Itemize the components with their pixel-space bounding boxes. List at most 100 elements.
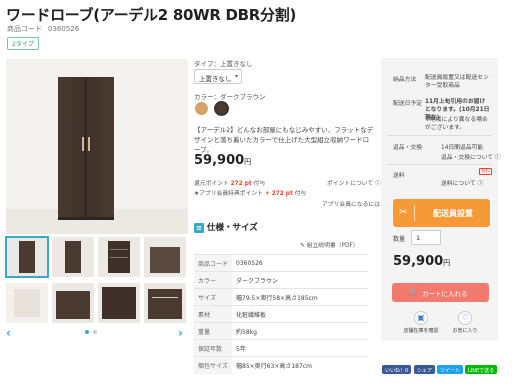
spec-key: 素材 [194, 305, 233, 323]
thumbnail-6[interactable] [52, 283, 94, 323]
deliver-install-label: 配送員設置 [433, 209, 473, 218]
wardrobe-image [58, 77, 114, 217]
spec-value: 約58kg [232, 322, 368, 340]
help-icon: ⓘ [494, 155, 501, 161]
divider [387, 164, 492, 165]
product-title: ワードローブ(アーデル2 80WR DBR分割) [6, 6, 296, 24]
panel-price-currency: 円 [443, 259, 451, 267]
prev-arrow-icon[interactable]: ‹ [6, 326, 11, 340]
type-select-value: 上置きなし [199, 75, 232, 83]
manual-pdf-link[interactable]: ✎ 組立説明書（PDF） [300, 240, 359, 249]
points-value: 272 pt [230, 181, 252, 187]
product-description: 【アーデル2】どんなお部屋にもなじみやすい、フラットなデザインと落ち着いたカラー… [194, 126, 374, 154]
divider [387, 135, 492, 136]
shipping-link[interactable]: 送料について ⓘ [441, 178, 483, 187]
help-icon: ⓘ [477, 181, 484, 187]
spec-key: 梱包サイズ [194, 356, 233, 374]
spec-key: 重量 [194, 322, 233, 340]
app-points-value: + 272 pt [264, 191, 293, 197]
shipping-link-text: 送料について [441, 181, 476, 187]
app-points-suffix: 付与 [294, 191, 307, 197]
swatch-dark-brown[interactable] [214, 101, 229, 116]
store-stock-label: 店舗在庫を確認 [403, 328, 439, 334]
quantity-label: 数量 [393, 236, 406, 243]
panel-price: 59,900円 [393, 254, 450, 269]
return-value: 14日間返品可能 [441, 145, 484, 151]
manual-text: 組立説明書（PDF） [306, 243, 359, 249]
shipping-badge: 有料 [479, 168, 492, 175]
left-handle [82, 137, 84, 151]
store-icon: ▣ [414, 311, 428, 325]
store-stock-button[interactable]: ▣ 店舗在庫を確認 [399, 311, 443, 337]
dot-active[interactable] [85, 330, 89, 334]
points-about-text: ポイントについて [327, 181, 374, 187]
delivery-method-value: 配送員設置又は配送センター受取商品 [425, 75, 489, 89]
spec-row: 梱包サイズ 幅85×奥行63×高さ187cm [194, 356, 368, 374]
panel-price-value: 59,900 [393, 254, 444, 269]
type-select[interactable]: 上置きなし ▾ [194, 69, 242, 84]
heart-icon: ♡ [458, 311, 472, 325]
shipping-badge-text: 有料 [479, 168, 492, 175]
favorite-label: お気に入り [452, 328, 478, 334]
spec-value: 5年 [232, 339, 368, 357]
app-about-link[interactable]: アプリ会員になるには ⓘ [322, 199, 388, 208]
delivery-date-label: 配送日予定 [393, 101, 422, 107]
list-icon: ≡ [194, 223, 204, 233]
points-row: 還元ポイント 272 pt 付与 [194, 178, 265, 187]
deliver-install-button[interactable]: ✂ 配送員設置 [393, 199, 490, 227]
product-code-label: 商品コード [7, 25, 42, 33]
thumbnail-7[interactable] [98, 283, 140, 323]
main-product-image[interactable] [6, 59, 188, 234]
spec-value: 幅85×奥行63×高さ187cm [232, 356, 368, 374]
chevron-down-icon: ▾ [234, 73, 238, 80]
swatch-natural[interactable] [195, 102, 208, 115]
points-suffix: 付与 [253, 181, 266, 187]
favorite-button[interactable]: ♡ お気に入り [443, 311, 487, 337]
facebook-share-button[interactable]: シェア [414, 365, 436, 374]
spec-row: カラー ダークブラウン [194, 271, 368, 289]
wrench-icon: ✎ [300, 243, 305, 249]
shipping-label: 送料 [393, 173, 405, 179]
type-label: タイプ：上置きなし [194, 60, 253, 68]
price-currency: 円 [244, 158, 252, 166]
add-to-cart-button[interactable]: 🛒 カートに入れる [392, 283, 489, 302]
app-points-label: ★アプリ会員特典ポイント [194, 191, 263, 197]
next-arrow-icon[interactable]: › [178, 326, 183, 340]
spec-row: 保証年数 5年 [194, 339, 368, 357]
spec-value: 化粧繊維板 [232, 305, 368, 323]
quantity-input[interactable]: 1 [411, 230, 441, 245]
spec-row: サイズ 幅79.5×奥行58×高さ185cm [194, 288, 368, 306]
spec-heading: ≡ 仕様・サイズ [194, 221, 258, 233]
return-link[interactable]: 返品・交換について ⓘ [441, 152, 501, 161]
delivery-note: ※地域により異なる場合がございます。 [425, 117, 488, 131]
thumbnail-1[interactable] [5, 236, 49, 278]
thumbnail-5[interactable] [6, 283, 48, 323]
spec-value: 幅79.5×奥行58×高さ185cm [232, 288, 368, 306]
points-label: 還元ポイント [194, 181, 229, 187]
thumbnail-8[interactable] [144, 283, 186, 323]
facebook-like-button[interactable]: いいね！0 [382, 365, 412, 374]
spec-key: 商品コード [194, 254, 233, 272]
color-label: カラー：ダークブラウン [194, 93, 266, 101]
thumbnail-gallery [5, 236, 188, 323]
app-points-row: ★アプリ会員特典ポイント + 272 pt 付与 [194, 188, 306, 197]
thumbnail-2[interactable] [52, 237, 94, 277]
add-to-cart-label: カートに入れる [422, 290, 468, 298]
right-handle [88, 137, 90, 151]
thumbnail-3[interactable] [98, 237, 140, 277]
return-label: 返品・交換 [393, 145, 422, 151]
spec-row: 商品コード 0360526 [194, 254, 368, 272]
return-link-text: 返品・交換について [441, 155, 493, 161]
spec-value: 0360526 [232, 254, 368, 272]
tools-icon: ✂ [399, 205, 415, 221]
price-value: 59,900 [194, 153, 245, 168]
product-price: 59,900円 [194, 153, 251, 168]
dot-inactive[interactable] [93, 330, 97, 334]
points-about-link[interactable]: ポイントについて ⓘ [327, 178, 381, 187]
spec-key: サイズ [194, 288, 233, 306]
thumbnail-4[interactable] [144, 237, 186, 277]
line-share-button[interactable]: LINEで送る [465, 365, 498, 374]
spec-value: ダークブラウン [232, 271, 368, 289]
help-icon: ⓘ [375, 181, 381, 187]
tweet-button[interactable]: ツイート [437, 365, 464, 374]
